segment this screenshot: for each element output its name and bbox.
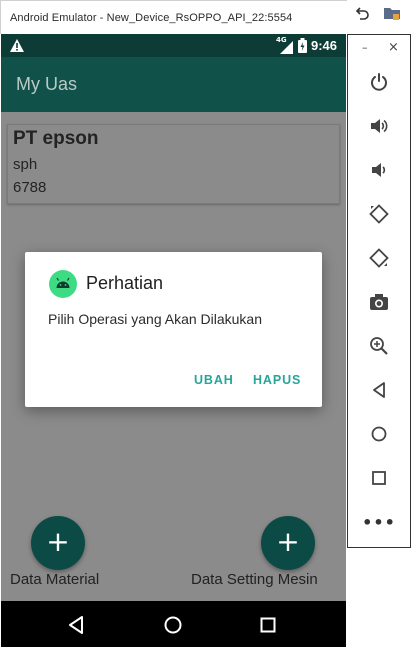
plus-icon: + — [276, 525, 300, 558]
data-material-label: Data Material — [10, 571, 100, 588]
network-type: 4G — [275, 35, 287, 44]
confirm-dialog: Perhatian Pilih Operasi yang Akan Dilaku… — [25, 252, 322, 407]
emulator-controls-panel: – × ••• — [347, 34, 411, 548]
close-button[interactable]: × — [388, 40, 399, 55]
app-bar: My Uas — [1, 57, 346, 112]
list-item[interactable]: PT epson sph 6788 — [7, 124, 340, 204]
ubah-button[interactable]: UBAH — [194, 373, 234, 387]
hapus-button[interactable]: HAPUS — [253, 373, 301, 387]
emulator-title-bar: Android Emulator - New_Device_RsOPPO_API… — [0, 0, 347, 34]
recents-icon[interactable] — [260, 617, 276, 633]
app-title: My Uas — [16, 74, 78, 94]
more-options-icon[interactable]: ••• — [362, 507, 395, 537]
battery-icon — [297, 38, 307, 53]
rotate-right-icon[interactable] — [364, 243, 394, 273]
rotate-left-icon[interactable] — [364, 199, 394, 229]
volume-down-icon[interactable] — [364, 155, 394, 185]
emulator-window-title: Android Emulator - New_Device_RsOPPO_API… — [10, 12, 293, 24]
folder-icon[interactable] — [383, 5, 401, 23]
item-name: PT epson — [13, 128, 99, 149]
data-setting-mesin-label: Data Setting Mesin — [191, 571, 318, 588]
camera-icon[interactable] — [364, 287, 394, 317]
overview-square-icon[interactable] — [364, 463, 394, 493]
back-icon[interactable] — [68, 616, 84, 634]
power-icon[interactable] — [364, 67, 394, 97]
status-bar: 4G 9:46 — [1, 34, 346, 57]
clock: 9:46 — [310, 38, 337, 53]
plus-icon: + — [46, 525, 70, 558]
home-icon[interactable] — [164, 616, 182, 634]
emulator-screen: Android Emulator - New_Device_RsOPPO_API… — [0, 0, 412, 647]
undo-icon[interactable] — [353, 5, 371, 23]
host-toolbar — [347, 0, 412, 34]
add-setting-mesin-button[interactable]: + — [261, 516, 315, 570]
volume-up-icon[interactable] — [364, 111, 394, 141]
item-detail-2: 6788 — [13, 179, 47, 196]
home-circle-icon[interactable] — [364, 419, 394, 449]
add-material-button[interactable]: + — [31, 516, 85, 570]
zoom-icon[interactable] — [364, 331, 394, 361]
signal-icon: 4G — [275, 35, 294, 54]
android-icon — [49, 270, 77, 298]
navigation-bar — [1, 601, 346, 647]
dialog-title: Perhatian — [86, 273, 164, 293]
dialog-message: Pilih Operasi yang Akan Dilakukan — [48, 311, 263, 327]
device-screen: 4G 9:46 My Uas PT epson sph 6788 + Data … — [1, 34, 346, 647]
minimize-button[interactable]: – — [362, 41, 368, 54]
warning-icon — [10, 39, 24, 52]
item-detail-1: sph — [13, 156, 38, 173]
status-right: 4G 9:46 — [275, 35, 337, 54]
back-triangle-icon[interactable] — [364, 375, 394, 405]
